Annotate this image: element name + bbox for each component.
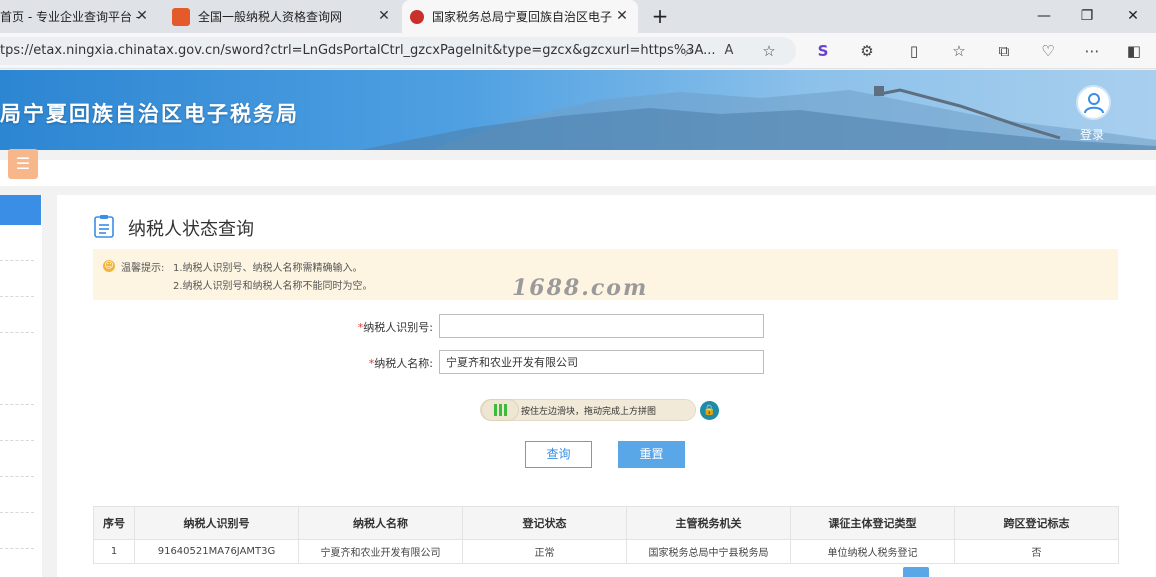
table-cell: 国家税务总局中宁县税务局 [626,539,791,564]
page-title: 纳税人状态查询 [128,219,254,240]
url-field[interactable]: tps://etax.ningxia.chinatax.gov.cn/sword… [0,37,796,65]
left-sidebar [0,195,42,577]
new-tab-icon[interactable]: + [650,6,670,26]
main-panel: 纳税人状态查询 ☺ 温馨提示: 1.纳税人识别号、纳税人名称需精确输入。 2.纳… [57,195,1156,577]
address-bar: tps://etax.ningxia.chinatax.gov.cn/sword… [0,33,1156,69]
table-header-row: 序号 纳税人识别号 纳税人名称 登记状态 主管税务机关 课征主体登记类型 跨区登… [93,506,1119,540]
divider [0,440,34,441]
column-header: 纳税人识别号 [134,506,299,540]
menu-toggle-icon[interactable]: ☰ [8,149,38,179]
column-header: 登记状态 [462,506,627,540]
sidebar-toggle-icon[interactable]: ◧ [1125,42,1143,60]
collections-icon[interactable]: ⧉ [995,42,1013,60]
window-close-icon[interactable]: ✕ [1123,6,1143,26]
login-avatar-icon[interactable] [1076,85,1111,120]
browser-tab-bar: 首页 - 专业企业查询平台 - ✕ 全国一般纳税人资格查询网 ✕ 国家税务总局宁… [0,0,1156,33]
close-icon[interactable]: ✕ [376,8,392,24]
column-header: 课征主体登记类型 [790,506,955,540]
taxpayer-name-label: *纳税人名称: [368,357,433,370]
divider [0,404,34,405]
divider [0,260,34,261]
table-cell: 否 [954,539,1119,564]
captcha-slider[interactable]: 按住左边滑块，拖动完成上方拼图 [480,399,696,421]
login-link[interactable]: 登录 [1080,126,1104,143]
extensions-icon[interactable]: ⚙ [858,42,876,60]
reset-button[interactable]: 重置 [618,441,685,468]
query-button[interactable]: 查询 [525,441,592,468]
extension-s-icon[interactable]: S [814,42,832,60]
nav-strip [0,160,1156,186]
site-title: 局宁夏回族自治区电子税务局 [0,102,299,126]
result-table: 序号 纳税人识别号 纳税人名称 登记状态 主管税务机关 课征主体登记类型 跨区登… [93,506,1119,564]
table-cell: 宁夏齐和农业开发有限公司 [298,539,463,564]
table-cell: 1 [93,539,135,564]
emblem-favicon-icon [410,9,424,24]
taxpayer-id-input[interactable] [439,314,764,338]
divider [0,548,34,549]
zoom-icon[interactable]: ⌕ [680,42,698,60]
tab-1[interactable]: 首页 - 专业企业查询平台 - ✕ [0,0,158,33]
divider [0,332,34,333]
column-header: 主管税务机关 [626,506,791,540]
site-header-banner: 局宁夏回族自治区电子税务局 [0,70,1156,150]
tab-1-title: 首页 - 专业企业查询平台 - [0,10,141,24]
table-cell: 单位纳税人税务登记 [790,539,955,564]
column-header: 序号 [93,506,135,540]
slider-hint: 按住左边滑块，拖动完成上方拼图 [521,407,657,417]
site-favicon-icon [172,7,190,26]
browser-essentials-icon[interactable]: ♡ [1039,42,1057,60]
slider-handle[interactable] [481,399,519,421]
favorites-icon[interactable]: ☆ [950,42,968,60]
sidebar-active-item[interactable] [0,195,41,225]
divider [0,476,34,477]
lock-icon: 🔒 [700,401,719,420]
restore-icon[interactable]: ❐ [1077,6,1097,26]
taxpayer-id-label: *纳税人识别号: [357,321,433,334]
tab-3-title: 国家税务总局宁夏回族自治区电子 [432,10,612,24]
split-screen-icon[interactable]: ▯ [905,42,923,60]
tab-3[interactable]: 国家税务总局宁夏回族自治区电子 ✕ [402,0,638,33]
read-aloud-icon[interactable]: A [720,42,738,60]
document-list-icon [94,215,114,238]
tab-2-title: 全国一般纳税人资格查询网 [198,10,343,24]
favorite-star-icon[interactable]: ☆ [760,42,778,60]
table-row[interactable]: 1 91640521MA76JAMT3G 宁夏齐和农业开发有限公司 正常 国家税… [93,539,1119,564]
minimize-icon[interactable]: — [1034,6,1054,26]
pagination-current-page[interactable] [903,567,929,577]
tab-2[interactable]: 全国一般纳税人资格查询网 ✕ [164,0,400,33]
divider [0,296,34,297]
taxpayer-name-input[interactable] [439,350,764,374]
table-cell: 91640521MA76JAMT3G [134,539,299,564]
more-menu-icon[interactable]: ⋯ [1083,42,1101,60]
column-header: 跨区登记标志 [954,506,1119,540]
watermark: 1688.com [512,275,649,301]
table-cell: 正常 [462,539,627,564]
divider [0,512,34,513]
close-icon[interactable]: ✕ [134,8,150,24]
notice-line-1: 1.纳税人识别号、纳税人名称需精确输入。 [173,263,363,274]
notice-label: 温馨提示: [121,263,165,274]
smile-info-icon: ☺ [103,260,115,272]
column-header: 纳税人名称 [298,506,463,540]
notice-line-2: 2.纳税人识别号和纳税人名称不能同时为空。 [173,281,373,292]
close-icon[interactable]: ✕ [614,8,630,24]
url-text: tps://etax.ningxia.chinatax.gov.cn/sword… [0,43,716,58]
